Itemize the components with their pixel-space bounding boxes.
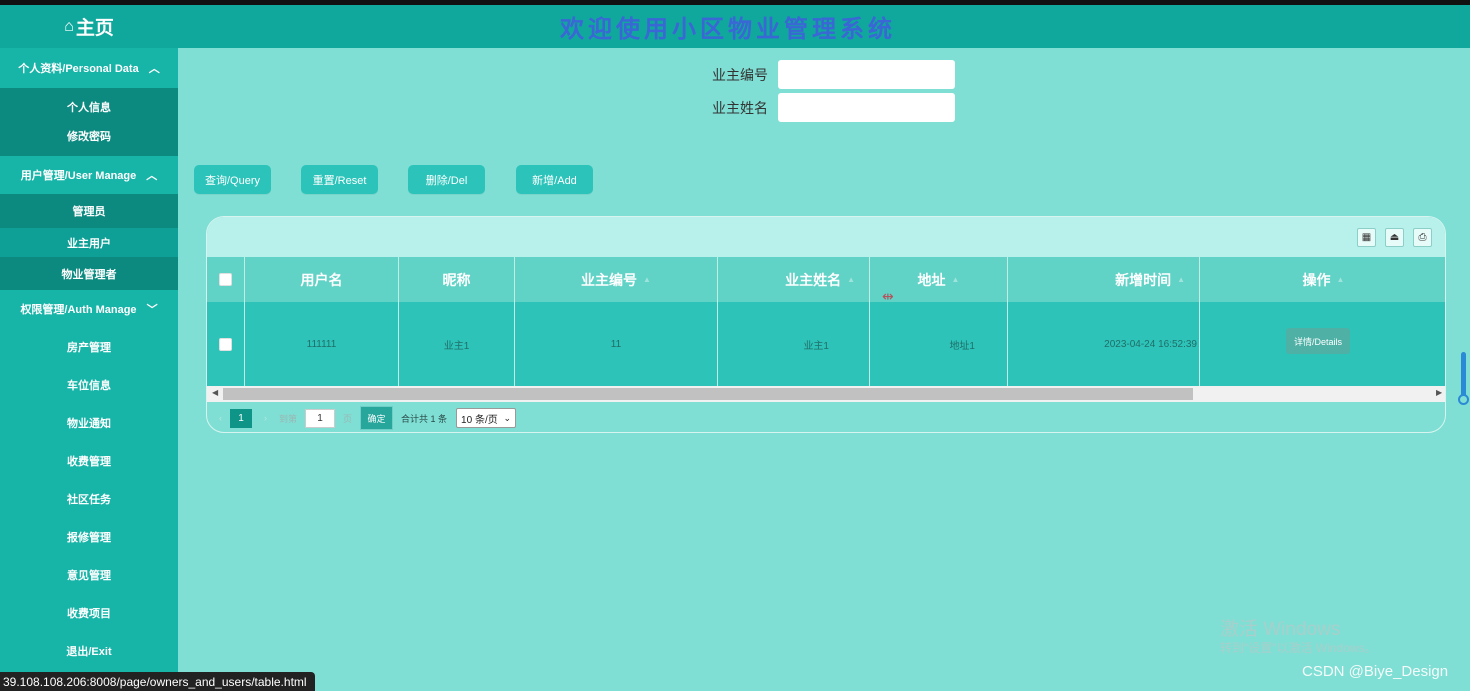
goto-confirm-button[interactable]: 确定 — [360, 406, 394, 430]
chevron-down-icon: ﹀ — [146, 304, 158, 316]
sidebar-group-auth-manage[interactable]: 权限管理/Auth Manage ﹀ — [0, 290, 178, 328]
scrollbar-thumb[interactable] — [223, 388, 1193, 400]
owner-no-row: 业主编号 — [712, 60, 955, 89]
vertical-slider[interactable] — [1461, 352, 1466, 398]
activate-windows-hint: 转到"设置"以激活 Windows。 — [1220, 641, 1377, 655]
table-panel: ▦ ⏏ ⎙ 用户名 昵称 业主编号 ▲ 业主姓名 ▲ 地址 ▲ 新增时间 ▲ 操作 ▲ — [206, 216, 1446, 433]
sidebar-group-label: 个人资料/Personal Data — [18, 63, 139, 75]
next-page-icon[interactable]: › — [264, 413, 267, 423]
sidebar-item-owner-users[interactable]: 业主用户 — [0, 228, 178, 257]
vertical-slider-knob[interactable] — [1458, 394, 1469, 405]
goto-label: 到第 — [279, 413, 298, 424]
page-size-select[interactable]: 10 条/页 ⌄ — [456, 408, 517, 428]
details-button[interactable]: 详情/Details — [1286, 328, 1351, 354]
csdn-watermark: CSDN @Biye_Design — [1302, 663, 1449, 680]
cell-username: 111111 — [245, 302, 399, 386]
owner-no-label: 业主编号 — [712, 66, 768, 83]
row-checkbox-cell — [207, 302, 245, 386]
cell-actions: 详情/Details — [1200, 302, 1445, 386]
columns-icon[interactable]: ▦ — [1357, 228, 1376, 247]
total-count: 合计共 1 条 — [401, 413, 448, 424]
owner-name-row: 业主姓名 — [712, 93, 955, 122]
column-header-owner-name[interactable]: 业主姓名 ▲ — [718, 257, 870, 302]
owner-no-input[interactable] — [778, 60, 955, 89]
sort-icon: ▲ — [1336, 275, 1345, 284]
prev-page-icon[interactable]: ‹ — [219, 413, 222, 423]
activate-windows-title: 激活 Windows — [1220, 619, 1341, 640]
scroll-left-icon[interactable]: ◀ — [212, 388, 218, 397]
sidebar-subpanel-personal: 个人信息 修改密码 — [0, 88, 178, 156]
cell-owner-name: 业主1 — [718, 302, 870, 386]
cell-nickname: 业主1 — [399, 302, 515, 386]
sidebar: ⌂ 主页 个人资料/Personal Data ︿ 个人信息 修改密码 用户管理… — [0, 5, 178, 691]
sort-icon: ▲ — [951, 275, 960, 284]
sidebar-group-label: 权限管理/Auth Manage — [20, 304, 137, 316]
table-toolbar: ▦ ⏏ ⎙ — [207, 217, 1445, 257]
sidebar-item-admin[interactable]: 管理员 — [0, 194, 178, 228]
page-header: 欢迎使用小区物业管理系统 — [178, 5, 1470, 48]
sort-icon: ▲ — [643, 275, 651, 284]
select-all-checkbox[interactable] — [219, 273, 232, 286]
print-icon[interactable]: ⎙ — [1413, 228, 1432, 247]
resize-cursor-icon: ⇹ — [882, 288, 894, 304]
sidebar-item-repairs[interactable]: 报修管理 — [0, 518, 178, 556]
pagination: ‹ 1 › 到第 1 页 确定 合计共 1 条 10 条/页 ⌄ — [207, 406, 1445, 430]
chevron-up-icon: ︿ — [146, 170, 158, 182]
cell-owner-no: 11 — [515, 302, 718, 386]
sidebar-home[interactable]: ⌂ 主页 — [0, 5, 178, 48]
reset-button[interactable]: 重置/Reset — [301, 165, 378, 194]
sidebar-item-exit[interactable]: 退出/Exit — [0, 632, 178, 670]
table-row[interactable]: 111111 业主1 11 业主1 地址1 2023-04-24 16:52:3… — [207, 302, 1445, 386]
sidebar-group-label: 用户管理/User Manage — [20, 170, 137, 182]
page-suffix: 页 — [343, 413, 353, 424]
sidebar-item-personal-info[interactable]: 个人信息 — [0, 88, 178, 122]
status-bar-url: 39.108.108.206:8008/page/owners_and_user… — [0, 672, 315, 691]
export-icon[interactable]: ⏏ — [1385, 228, 1404, 247]
row-checkbox[interactable] — [219, 337, 232, 351]
page-number-current[interactable]: 1 — [230, 408, 252, 428]
home-label: 主页 — [75, 18, 114, 39]
column-header-username[interactable]: 用户名 — [245, 257, 399, 302]
header-checkbox-cell — [207, 257, 245, 302]
sidebar-item-parking[interactable]: 车位信息 — [0, 366, 178, 404]
delete-button[interactable]: 删除/Del — [408, 165, 485, 194]
cell-created: 2023-04-24 16:52:39 — [1008, 302, 1200, 386]
chevron-up-icon: ︿ — [148, 63, 160, 75]
add-button[interactable]: 新增/Add — [516, 165, 593, 194]
sidebar-item-change-password[interactable]: 修改密码 — [0, 122, 178, 156]
column-header-owner-no[interactable]: 业主编号 ▲ — [515, 257, 718, 302]
sidebar-item-fees[interactable]: 收费管理 — [0, 442, 178, 480]
sidebar-subpanel-users: 管理员 业主用户 物业管理者 — [0, 194, 178, 290]
page-title: 欢迎使用小区物业管理系统 — [560, 17, 896, 43]
column-header-nickname[interactable]: 昵称 — [399, 257, 515, 302]
query-button[interactable]: 查询/Query — [194, 165, 271, 194]
column-header-created[interactable]: 新增时间 ▲ — [1008, 257, 1200, 302]
sort-icon: ▲ — [847, 275, 855, 284]
sidebar-item-housing[interactable]: 房产管理 — [0, 328, 178, 366]
sidebar-item-notices[interactable]: 物业通知 — [0, 404, 178, 442]
cell-address: 地址1 — [870, 302, 1008, 386]
sort-icon: ▲ — [1177, 275, 1185, 284]
home-icon: ⌂ — [64, 17, 74, 35]
sidebar-item-fee-items[interactable]: 收费项目 — [0, 594, 178, 632]
owner-name-input[interactable] — [778, 93, 955, 122]
sidebar-item-community-tasks[interactable]: 社区任务 — [0, 480, 178, 518]
table-header: 用户名 昵称 业主编号 ▲ 业主姓名 ▲ 地址 ▲ 新增时间 ▲ 操作 ▲ — [207, 257, 1445, 302]
chevron-down-icon: ⌄ — [503, 412, 512, 423]
sidebar-group-user-manage[interactable]: 用户管理/User Manage ︿ — [0, 156, 178, 194]
sidebar-group-personal-data[interactable]: 个人资料/Personal Data ︿ — [0, 48, 178, 88]
goto-page-input[interactable]: 1 — [305, 408, 336, 428]
column-header-actions[interactable]: 操作 ▲ — [1200, 257, 1445, 302]
owner-name-label: 业主姓名 — [712, 99, 768, 116]
sidebar-item-feedback[interactable]: 意见管理 — [0, 556, 178, 594]
scroll-right-icon[interactable]: ▶ — [1436, 388, 1442, 397]
horizontal-scrollbar[interactable]: ◀ ▶ — [207, 386, 1445, 402]
sidebar-item-property-managers[interactable]: 物业管理者 — [0, 257, 178, 290]
